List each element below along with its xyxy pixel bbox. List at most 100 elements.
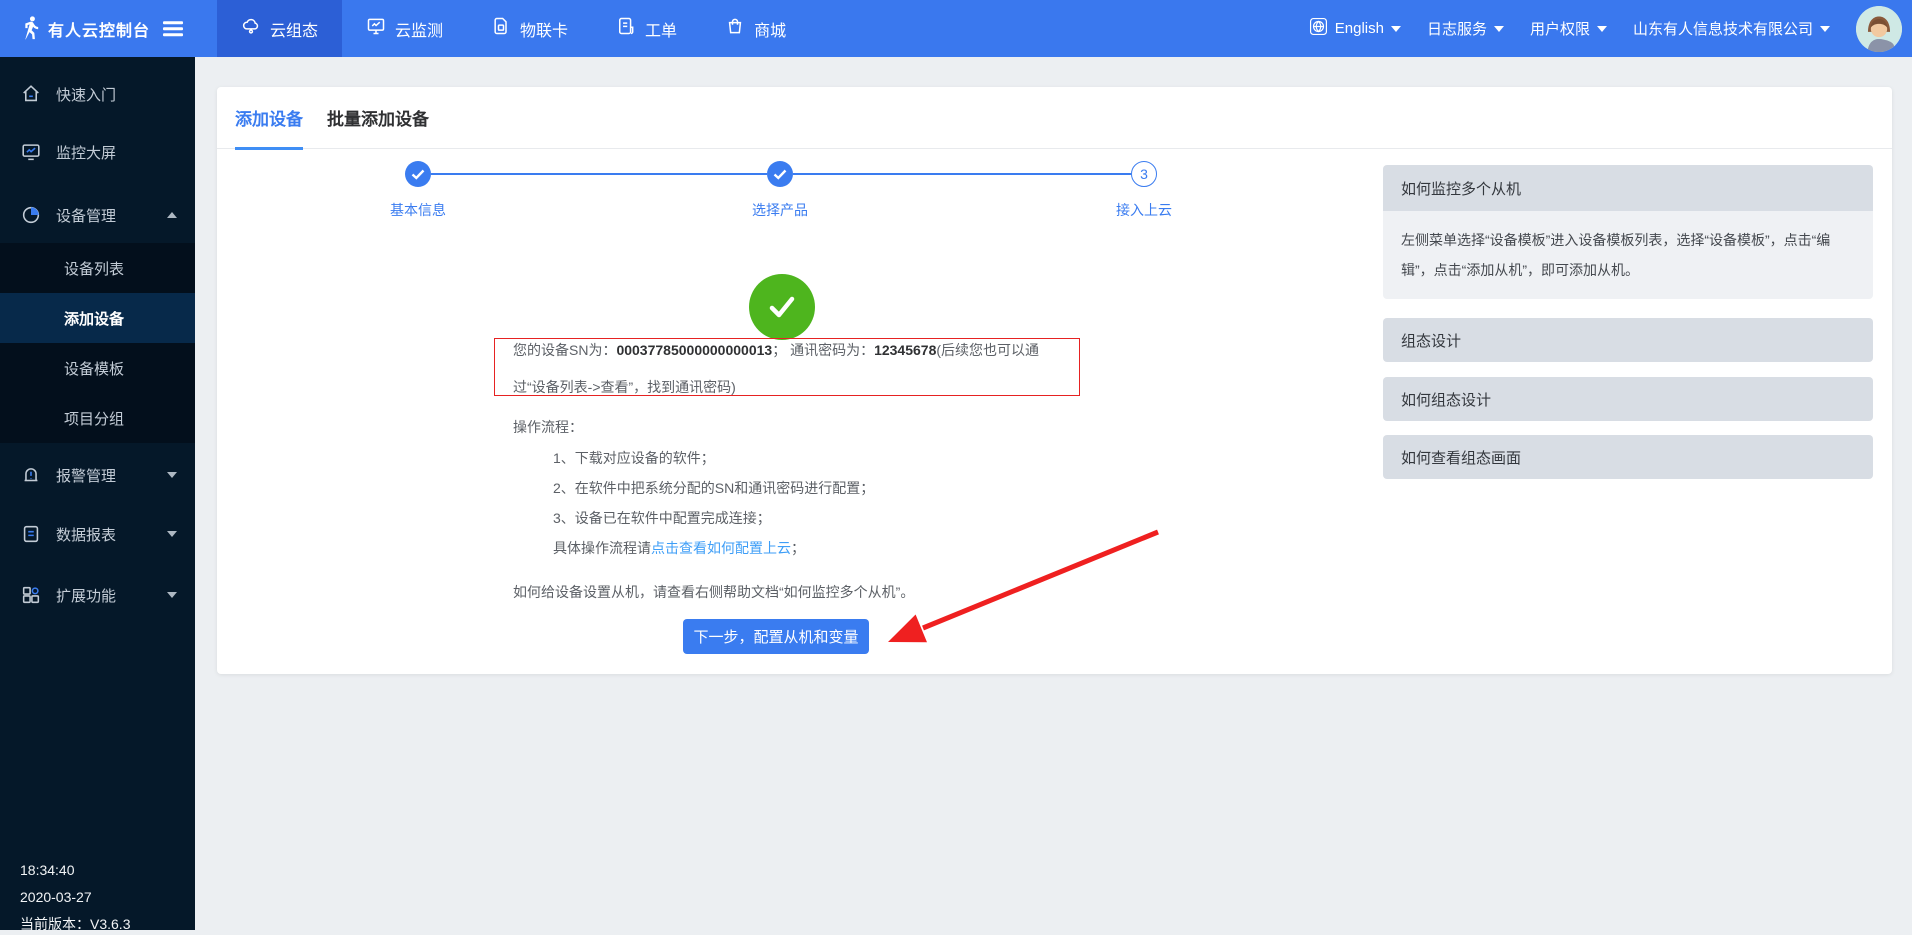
password-prefix: ； 通讯密码为：: [772, 342, 874, 358]
sidebar-item-label: 报警管理: [56, 465, 116, 486]
chevron-down-icon: [1391, 26, 1401, 32]
help-box-how-to-scada: 如何组态设计: [1383, 377, 1873, 421]
nav-tab-iot-sim[interactable]: 物联卡: [467, 0, 592, 57]
language-selector[interactable]: English: [1309, 17, 1401, 40]
user-rights-menu[interactable]: 用户权限: [1530, 18, 1607, 39]
sidebar-item-label: 监控大屏: [56, 142, 116, 163]
sidebar-item-device-management[interactable]: 设备管理: [0, 187, 195, 243]
current-date: 2020-03-27: [20, 884, 130, 911]
extensions-grid-icon: [20, 584, 42, 606]
sidebar-item-label: 数据报表: [56, 524, 116, 545]
chevron-down-icon: [1494, 26, 1504, 32]
avatar[interactable]: [1856, 6, 1902, 52]
nav-tab-label: 物联卡: [520, 17, 568, 41]
version-label: 当前版本：V3.6.3: [20, 911, 130, 935]
help-box-monitor-slaves: 如何监控多个从机 左侧菜单选择“设备模板”进入设备模板列表，选择“设备模板”，点…: [1383, 165, 1873, 299]
monitor-icon: [366, 16, 386, 41]
nav-tab-label: 工单: [645, 17, 677, 41]
flow-step-2: 2、在软件中把系统分配的SN和通讯密码进行配置；: [553, 476, 874, 500]
step-1-done-icon: [405, 161, 431, 187]
how-to-configure-link[interactable]: 点击查看如何配置上云: [651, 540, 791, 556]
log-service-label: 日志服务: [1427, 18, 1487, 39]
sidebar-item-extensions[interactable]: 扩展功能: [0, 567, 195, 623]
flow-step-1: 1、下载对应设备的软件；: [553, 446, 715, 470]
language-label: English: [1335, 20, 1384, 37]
big-screen-icon: [20, 141, 42, 163]
comm-password-value: 12345678: [874, 342, 936, 358]
sidebar-item-label: 扩展功能: [56, 585, 116, 606]
next-step-button[interactable]: 下一步，配置从机和变量: [683, 619, 869, 654]
nav-tab-cloud-scada[interactable]: 云组态: [217, 0, 342, 57]
log-service-menu[interactable]: 日志服务: [1427, 18, 1504, 39]
sidebar-item-label: 快速入门: [56, 84, 116, 105]
help-box-view-scada: 如何查看组态画面: [1383, 435, 1873, 479]
alarm-bell-icon: [20, 464, 42, 486]
tab-batch-add-device[interactable]: 批量添加设备: [327, 87, 429, 149]
chevron-down-icon: [1597, 26, 1607, 32]
main-card: 添加设备 批量添加设备 3 基本信息 选择产品 接入上云 您的设备SN为：000…: [217, 87, 1892, 674]
step-2-done-icon: [767, 161, 793, 187]
brand-logo-icon: [16, 14, 43, 46]
flow-link-prefix: 具体操作流程请: [553, 540, 651, 556]
menu-toggle-icon[interactable]: [163, 18, 183, 40]
brand-title: 有人云控制台: [48, 17, 150, 41]
sidebar-item-data-report[interactable]: 数据报表: [0, 506, 195, 562]
flow-link-line: 具体操作流程请点击查看如何配置上云；: [553, 536, 805, 560]
flow-title: 操作流程：: [513, 415, 583, 439]
nav-tab-work-order[interactable]: 工单: [592, 0, 701, 57]
chevron-up-icon: [167, 212, 177, 218]
content-tabs: 添加设备 批量添加设备: [217, 87, 1892, 149]
sidebar-item-quick-start[interactable]: 快速入门: [0, 66, 195, 122]
help-title-how-to-scada[interactable]: 如何组态设计: [1383, 377, 1873, 421]
nav-tab-mall[interactable]: 商城: [701, 0, 810, 57]
brand[interactable]: 有人云控制台: [0, 0, 195, 57]
tab-label: 添加设备: [235, 105, 303, 130]
device-pie-icon: [20, 204, 42, 226]
help-box-scada-design: 组态设计: [1383, 318, 1873, 362]
top-navbar: 有人云控制台 云组态 云监测 物联卡 工单 商城 English: [0, 0, 1912, 57]
device-management-submenu: 设备列表 添加设备 设备模板 项目分组: [0, 243, 195, 443]
nav-tab-label: 云组态: [270, 17, 318, 41]
flow-step-3: 3、设备已在软件中配置完成连接；: [553, 506, 771, 530]
data-report-icon: [20, 523, 42, 545]
nav-tab-cloud-monitor[interactable]: 云监测: [342, 0, 467, 57]
sidebar-subitem-label: 设备模板: [64, 358, 124, 379]
stepper-line: [793, 173, 1131, 175]
help-title-view-scada[interactable]: 如何查看组态画面: [1383, 435, 1873, 479]
tab-label: 批量添加设备: [327, 105, 429, 130]
sn-info-line2: 过“设备列表->查看”，找到通讯密码): [513, 375, 736, 399]
sidebar-subitem-device-template[interactable]: 设备模板: [0, 343, 195, 393]
company-label: 山东有人信息技术有限公司: [1633, 18, 1813, 39]
sn-info-line1: 您的设备SN为：00037785000000000013； 通讯密码为：1234…: [513, 338, 1039, 362]
stepper-line: [431, 173, 767, 175]
sidebar-item-alarm-management[interactable]: 报警管理: [0, 447, 195, 503]
mall-icon: [725, 16, 745, 41]
nav-tab-label: 云监测: [395, 17, 443, 41]
step-3-number: 3: [1131, 161, 1157, 187]
cloud-icon: [241, 16, 261, 41]
sidebar: 快速入门 监控大屏 设备管理 设备列表 添加设备 设备模板 项目分组 报警管理 …: [0, 57, 195, 930]
chevron-down-icon: [167, 592, 177, 598]
work-order-icon: [616, 16, 636, 41]
step-label-basic-info: 基本信息: [348, 200, 488, 220]
home-icon: [20, 83, 42, 105]
chevron-down-icon: [167, 472, 177, 478]
sidebar-subitem-label: 设备列表: [64, 258, 124, 279]
sim-card-icon: [491, 16, 511, 41]
help-title-monitor-slaves[interactable]: 如何监控多个从机: [1383, 165, 1873, 211]
sidebar-subitem-device-list[interactable]: 设备列表: [0, 243, 195, 293]
nav-tab-label: 商城: [754, 17, 786, 41]
sidebar-item-big-screen[interactable]: 监控大屏: [0, 124, 195, 180]
chevron-down-icon: [167, 531, 177, 537]
red-annotation-arrow: [867, 522, 1187, 657]
help-title-scada-design[interactable]: 组态设计: [1383, 318, 1873, 362]
sidebar-subitem-project-group[interactable]: 项目分组: [0, 393, 195, 443]
chevron-down-icon: [1820, 26, 1830, 32]
tab-add-device[interactable]: 添加设备: [235, 87, 303, 149]
sidebar-subitem-label: 项目分组: [64, 408, 124, 429]
sidebar-subitem-add-device[interactable]: 添加设备: [0, 293, 195, 343]
navbar-right: English 日志服务 用户权限 山东有人信息技术有限公司: [1309, 0, 1902, 57]
company-menu[interactable]: 山东有人信息技术有限公司: [1633, 18, 1830, 39]
top-nav-tabs: 云组态 云监测 物联卡 工单 商城: [217, 0, 810, 57]
step-label-select-product: 选择产品: [710, 200, 850, 220]
